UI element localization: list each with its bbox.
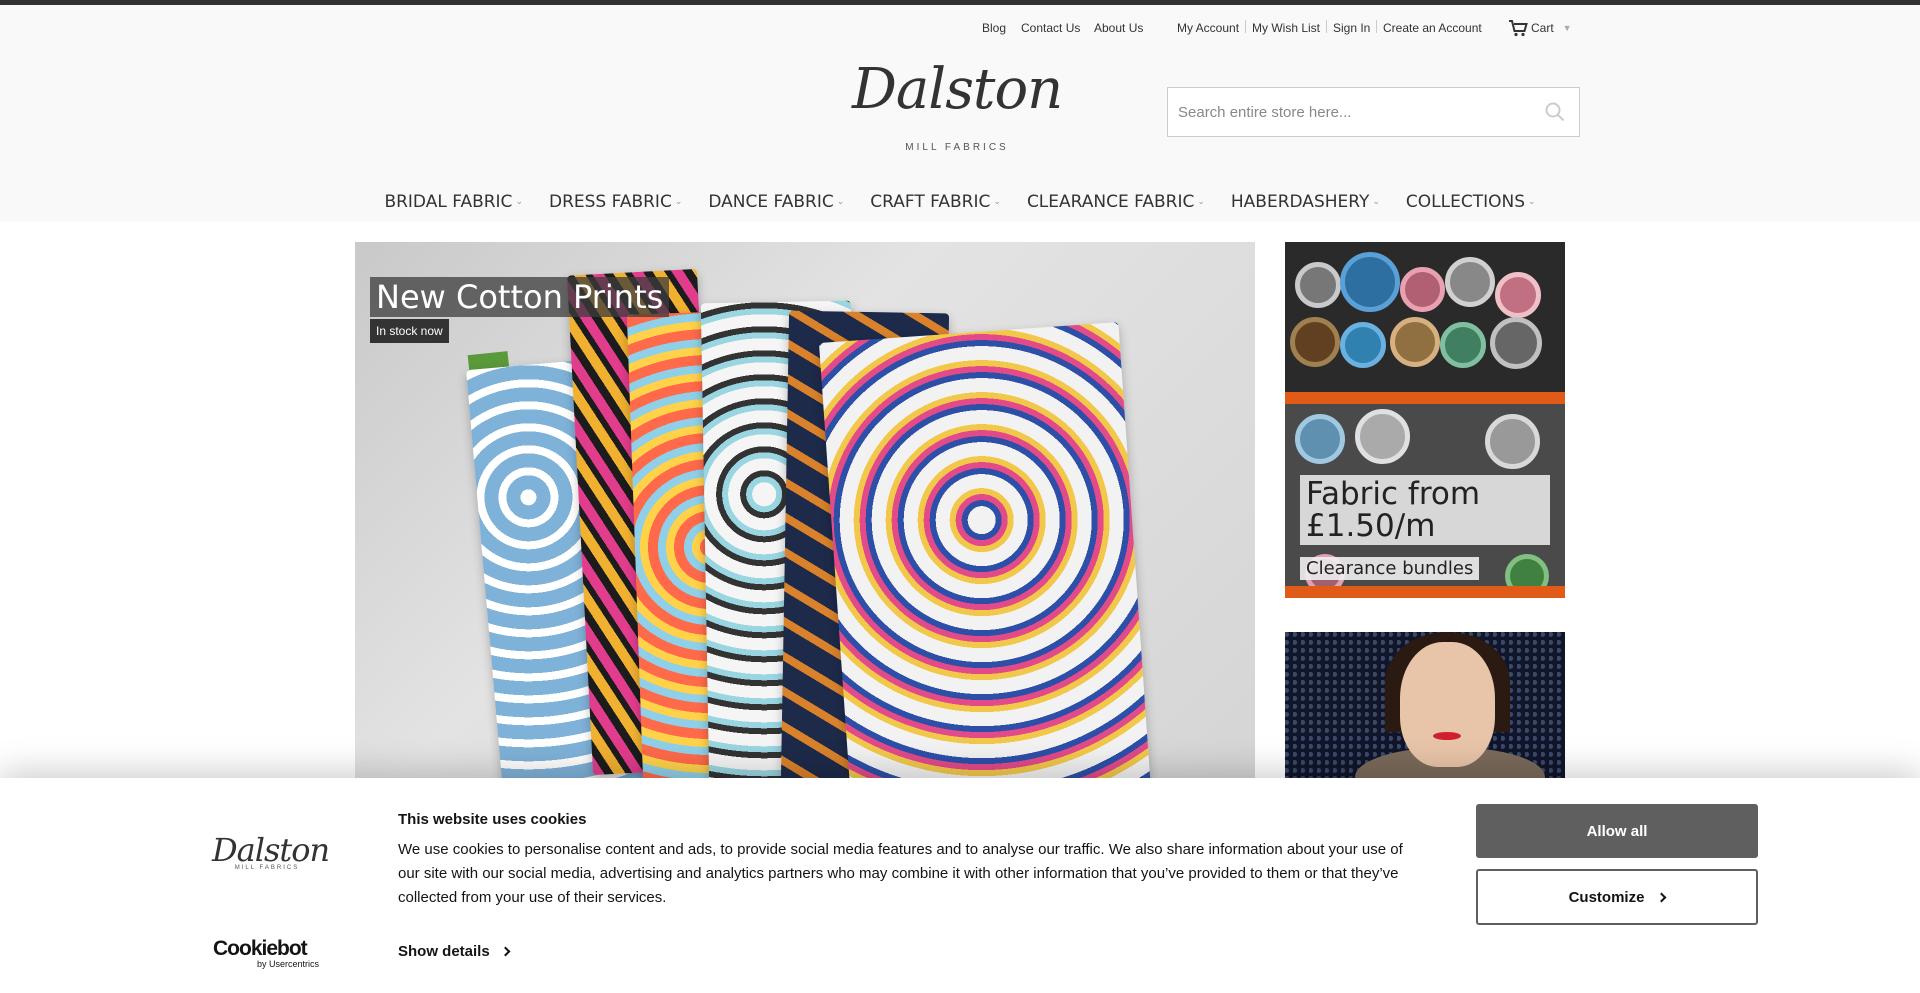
- model-image: [1400, 642, 1495, 767]
- nav-label: BRIDAL FABRIC: [384, 192, 513, 212]
- shelf: [1285, 586, 1565, 598]
- about-link[interactable]: About Us: [1094, 21, 1143, 35]
- chevron-down-icon: ▼: [1562, 23, 1572, 33]
- cart-button[interactable]: Cart ▼: [1508, 17, 1572, 39]
- cookiebot-subtext: by Usercentrics: [256, 959, 319, 969]
- logo-script: Dalston: [852, 57, 1063, 122]
- nav-item-clearance-fabric[interactable]: CLEARANCE FABRIC ⌄: [1014, 187, 1218, 217]
- blog-link[interactable]: Blog: [982, 21, 1006, 35]
- wishlist-link[interactable]: My Wish List: [1252, 21, 1320, 35]
- customize-button[interactable]: Customize: [1476, 869, 1758, 925]
- nav-label: CLEARANCE FABRIC: [1026, 192, 1195, 212]
- hero-title: New Cotton Prints: [370, 277, 670, 317]
- top-links: Blog Contact Us About Us My Account My W…: [0, 15, 1920, 41]
- my-account-link[interactable]: My Account: [1177, 21, 1239, 35]
- chevron-right-icon: [500, 946, 511, 957]
- cookiebot-logo: Cookiebot by Usercentrics: [213, 938, 319, 970]
- promo-title: Fabric from £1.50/m: [1300, 475, 1550, 545]
- shelf: [1285, 392, 1565, 404]
- nav-item-dress-fabric[interactable]: DRESS FABRIC ⌄: [536, 187, 695, 217]
- chevron-down-icon: ⌄: [1372, 197, 1380, 207]
- model-image: [1433, 732, 1461, 740]
- main-navigation: BRIDAL FABRIC ⌄ DRESS FABRIC ⌄ DANCE FABRI…: [0, 187, 1920, 217]
- cookie-consent-banner: Dalston MILL FABRICS Cookiebot by Userce…: [0, 778, 1920, 993]
- nav-label: DRESS FABRIC: [548, 192, 672, 212]
- site-header: Blog Contact Us About Us My Account My W…: [0, 5, 1920, 222]
- sign-in-link[interactable]: Sign In: [1333, 21, 1370, 35]
- fabric-swatch: [818, 322, 1152, 782]
- promo-clearance-banner[interactable]: Fabric from £1.50/m Clearance bundles: [1285, 242, 1565, 598]
- fabric-rolls-image: [1285, 242, 1565, 392]
- contact-link[interactable]: Contact Us: [1021, 21, 1080, 35]
- divider: [1326, 20, 1327, 33]
- search-box: [1167, 87, 1580, 137]
- search-icon[interactable]: [1545, 102, 1565, 127]
- chevron-down-icon: ⌄: [674, 197, 683, 207]
- hero-subtitle: In stock now: [370, 319, 449, 343]
- chevron-down-icon: ⌄: [1197, 197, 1205, 207]
- cookiebot-brand: Cookiebot: [213, 937, 308, 960]
- chevron-down-icon: ⌄: [993, 197, 1001, 207]
- chevron-down-icon: ⌄: [836, 197, 845, 207]
- divider: [1376, 20, 1377, 33]
- cookie-logo-script: Dalston: [212, 831, 330, 869]
- create-account-link[interactable]: Create an Account: [1383, 21, 1482, 35]
- cart-icon: [1508, 19, 1528, 37]
- chevron-right-icon: [1656, 892, 1667, 902]
- show-details-link[interactable]: Show details: [398, 943, 511, 960]
- promo-subtitle: Clearance bundles: [1300, 557, 1480, 580]
- nav-label: CRAFT FABRIC: [870, 192, 991, 212]
- hero-banner[interactable]: New Cotton Prints In stock now: [355, 242, 1255, 782]
- site-logo[interactable]: Dalston MILL FABRICS: [852, 57, 1063, 162]
- promo-dance-banner[interactable]: [1285, 632, 1565, 782]
- chevron-down-icon: ⌄: [515, 197, 523, 207]
- nav-item-bridal-fabric[interactable]: BRIDAL FABRIC ⌄: [371, 187, 536, 217]
- cookie-banner-logo: Dalston MILL FABRICS: [212, 831, 330, 881]
- nav-label: DANCE FABRIC: [708, 192, 834, 212]
- cart-label: Cart: [1531, 21, 1554, 35]
- nav-label: COLLECTIONS: [1405, 192, 1526, 212]
- chevron-down-icon: ⌄: [1528, 197, 1536, 207]
- customize-label: Customize: [1568, 888, 1645, 906]
- cookie-title: This website uses cookies: [398, 811, 587, 828]
- nav-label: HABERDASHERY: [1230, 192, 1370, 212]
- nav-item-craft-fabric[interactable]: CRAFT FABRIC ⌄: [857, 187, 1014, 217]
- nav-item-dance-fabric[interactable]: DANCE FABRIC ⌄: [695, 187, 857, 217]
- nav-item-collections[interactable]: COLLECTIONS ⌄: [1393, 187, 1549, 217]
- nav-item-haberdashery[interactable]: HABERDASHERY ⌄: [1218, 187, 1393, 217]
- allow-all-button[interactable]: Allow all: [1476, 804, 1758, 858]
- search-input[interactable]: [1168, 88, 1528, 136]
- logo-subtitle: MILL FABRICS: [905, 142, 1009, 153]
- show-details-label: Show details: [398, 943, 490, 960]
- divider: [1245, 20, 1246, 33]
- cookie-description: We use cookies to personalise content an…: [398, 841, 1403, 906]
